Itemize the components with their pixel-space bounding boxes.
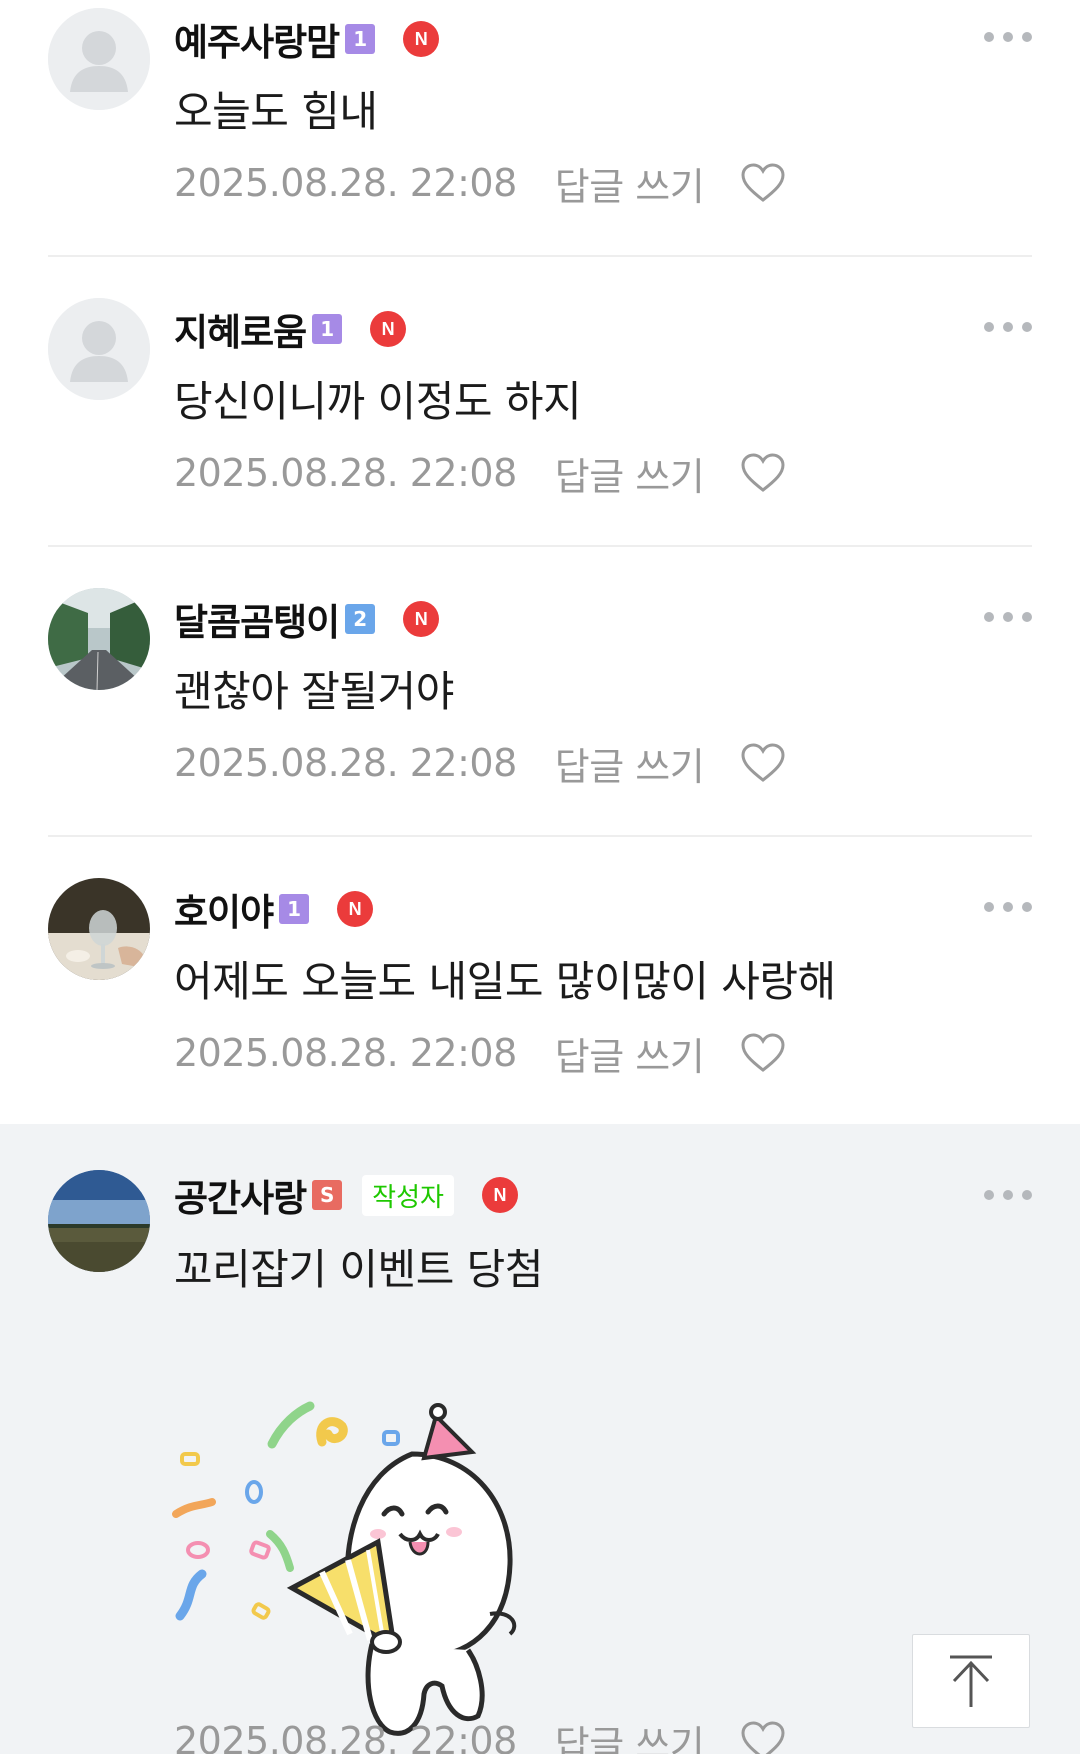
reply-button[interactable]: 답글 쓰기 [555, 446, 705, 501]
comment-text: 어제도 오늘도 내일도 많이많이 사랑해 [174, 957, 836, 1006]
avatar[interactable] [48, 8, 150, 110]
heart-icon[interactable] [740, 742, 786, 784]
nickname[interactable]: 예주사랑맘 [174, 12, 340, 66]
comment-item: 예주사랑맘 1 N 오늘도 힘내 2025.08.28. 22:08 답글 쓰기 [0, 0, 1080, 258]
new-badge: N [337, 891, 374, 927]
grade-badge: 1 [279, 894, 310, 924]
new-badge: N [403, 21, 440, 57]
wine-glass-photo-icon [48, 878, 150, 980]
more-icon[interactable] [984, 1188, 1032, 1202]
comment-list: 예주사랑맘 1 N 오늘도 힘내 2025.08.28. 22:08 답글 쓰기… [0, 0, 1080, 1754]
grade-badge: 2 [345, 604, 376, 634]
divider [48, 255, 1032, 257]
new-badge: N [403, 601, 440, 637]
comment-date: 2025.08.28. 22:08 [174, 1031, 517, 1075]
comment-date: 2025.08.28. 22:08 [174, 451, 517, 495]
more-icon[interactable] [984, 320, 1032, 334]
nickname[interactable]: 공간사랑 [174, 1168, 307, 1222]
default-profile-icon [48, 298, 150, 400]
comment-text: 괜찮아 잘될거야 [174, 667, 454, 716]
heart-icon[interactable] [740, 162, 786, 204]
more-icon[interactable] [984, 30, 1032, 44]
avatar[interactable] [48, 298, 150, 400]
heart-icon[interactable] [740, 1720, 786, 1754]
grade-badge: 1 [345, 24, 376, 54]
comment-item: 호이야 1 N 어제도 오늘도 내일도 많이많이 사랑해 2025.08.28.… [0, 838, 1080, 1124]
heart-icon[interactable] [740, 452, 786, 494]
reply-button[interactable]: 답글 쓰기 [555, 1026, 705, 1081]
reply-button[interactable]: 답글 쓰기 [555, 1714, 705, 1754]
heart-icon[interactable] [740, 1032, 786, 1074]
nickname[interactable]: 호이야 [174, 882, 274, 936]
reply-button[interactable]: 답글 쓰기 [555, 736, 705, 791]
divider [48, 835, 1032, 837]
new-badge: N [370, 311, 407, 347]
comment-item: 지혜로움 1 N 당신이니까 이정도 하지 2025.08.28. 22:08 … [0, 258, 1080, 548]
comment-text: 꼬리잡기 이벤트 당첨 [174, 1245, 543, 1294]
comment-text: 당신이니까 이정도 하지 [174, 377, 582, 426]
more-icon[interactable] [984, 610, 1032, 624]
grade-badge: 1 [312, 314, 343, 344]
reply-button[interactable]: 답글 쓰기 [555, 156, 705, 211]
field-sky-photo-icon [48, 1170, 150, 1272]
author-tag: 작성자 [362, 1174, 454, 1216]
staff-badge: S [312, 1180, 343, 1210]
comment-item: 달콤곰탱이 2 N 괜찮아 잘될거야 2025.08.28. 22:08 답글 … [0, 548, 1080, 838]
comment-date: 2025.08.28. 22:08 [174, 1719, 517, 1754]
scroll-top-button[interactable] [912, 1634, 1030, 1728]
avatar[interactable] [48, 878, 150, 980]
avatar[interactable] [48, 588, 150, 690]
new-badge: N [481, 1177, 518, 1213]
avatar[interactable] [48, 1170, 150, 1272]
more-icon[interactable] [984, 900, 1032, 914]
arrow-up-icon [950, 1655, 992, 1707]
default-profile-icon [48, 8, 150, 110]
nickname[interactable]: 지혜로움 [174, 302, 307, 356]
tree-road-photo-icon [48, 588, 150, 690]
party-cat-sticker [172, 1394, 572, 1754]
comment-text: 오늘도 힘내 [174, 87, 378, 136]
comment-date: 2025.08.28. 22:08 [174, 161, 517, 205]
comment-date: 2025.08.28. 22:08 [174, 741, 517, 785]
nickname[interactable]: 달콤곰탱이 [174, 592, 340, 646]
divider [48, 545, 1032, 547]
